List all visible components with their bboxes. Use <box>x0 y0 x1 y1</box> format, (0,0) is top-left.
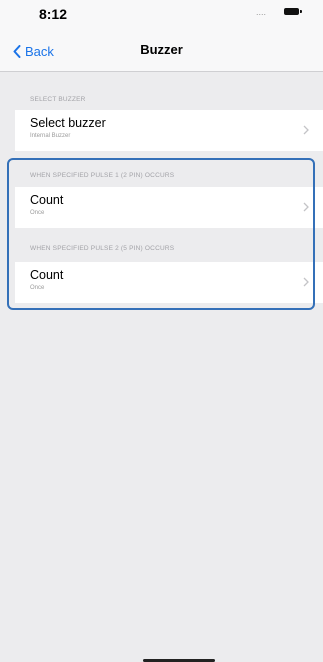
battery-tip <box>300 10 302 13</box>
battery-icon <box>284 8 299 15</box>
chevron-right-icon <box>303 125 309 135</box>
status-time: 8:12 <box>38 6 68 22</box>
cell-title: Select buzzer <box>30 116 106 130</box>
cell-subtitle: Internal Buzzer <box>30 133 71 139</box>
page-title: Buzzer <box>140 42 183 57</box>
select-buzzer-cell[interactable]: Select buzzer Internal Buzzer <box>15 110 323 151</box>
highlight-annotation-box <box>7 158 315 310</box>
signal-indicator: .... <box>256 7 267 17</box>
section-header-select-buzzer: SELECT BUZZER <box>30 96 86 103</box>
navigation-bar: 8:12 .... Back Buzzer <box>0 0 323 72</box>
nav-divider <box>0 71 323 72</box>
